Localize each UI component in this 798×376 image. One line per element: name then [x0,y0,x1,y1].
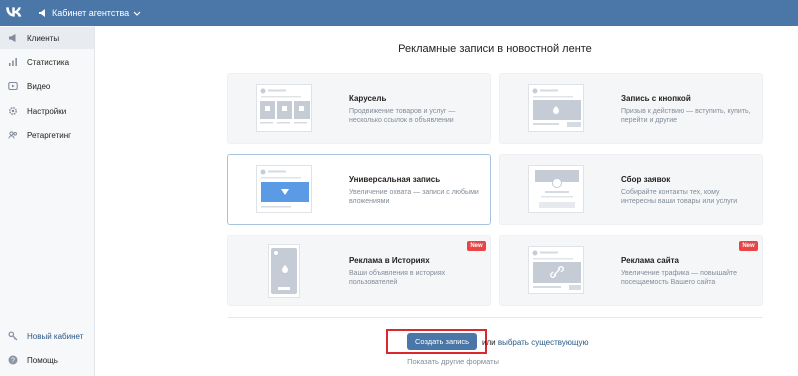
agency-dropdown[interactable]: Кабинет агентства [38,4,141,22]
format-card-lead-form[interactable]: Сбор заявок Собирайте контакты тех, кому… [499,154,763,225]
sidebar-item-label: Видео [27,81,51,91]
sidebar-item-retargeting[interactable]: Ретаргетинг [0,124,94,146]
sidebar-item-help[interactable]: ? Помощь [0,349,94,371]
sidebar-item-label: Ретаргетинг [27,130,72,140]
sidebar-item-video[interactable]: Видео [0,75,94,97]
choose-existing-link[interactable]: выбрать существующую [498,338,589,347]
or-prefix: или [482,338,498,347]
card-description: Собирайте контакты тех, кому интересны в… [621,189,738,205]
format-card-website-ad[interactable]: Реклама сайта Увеличение трафика — повыш… [499,235,763,306]
card-description: Продвижение товаров и услуг — несколько … [349,108,456,124]
card-description: Увеличение охвата — записи с любыми влож… [349,189,479,205]
sidebar-item-new-cabinet[interactable]: Новый кабинет [0,325,94,347]
sidebar-item-label: Помощь [27,355,58,365]
sidebar-item-label: Новый кабинет [27,331,84,341]
card-description: Ваши объявления в историях пользователей [349,270,446,286]
format-card-stories[interactable]: Реклама в Историях Ваши объявления в ист… [227,235,491,306]
svg-text:?: ? [11,358,15,365]
sidebar-item-label: Клиенты [27,33,60,43]
sidebar-item-statistics[interactable]: Статистика [0,51,94,73]
sidebar-item-label: Настройки [27,106,67,116]
new-badge: New [467,241,486,251]
key-icon [8,331,18,341]
card-title: Карусель [349,94,387,103]
card-description: Увеличение трафика — повышайте посещаемо… [621,270,738,286]
card-title: Запись с кнопкой [621,94,691,103]
chevron-down-icon [133,11,141,16]
other-formats-link[interactable]: Показать другие форматы [405,357,501,366]
sidebar-item-settings[interactable]: Настройки [0,100,94,122]
format-card-button-post[interactable]: Запись с кнопкой Призыв к действию — вст… [499,73,763,144]
gear-icon [9,107,17,115]
website-ad-preview-icon [528,246,584,294]
agency-label: Кабинет агентства [52,8,130,18]
megaphone-icon [9,34,16,42]
sidebar: Клиенты Статистика Видео Настройки Ретар… [0,26,95,376]
card-title: Универсальная запись [349,175,441,184]
page-title: Рекламные записи в новостной ленте [398,43,592,55]
video-icon [8,81,18,91]
format-card-carousel[interactable]: Карусель Продвижение товаров и услуг — н… [227,73,491,144]
card-description: Призыв к действию — вступить, купить, пе… [621,108,751,124]
create-post-button[interactable]: Создать запись [407,333,477,350]
bar-chart-icon [9,58,17,66]
format-card-universal-post[interactable]: Универсальная запись Увеличение охвата —… [227,154,491,225]
universal-post-preview-icon [256,165,312,213]
card-title: Сбор заявок [621,175,671,184]
carousel-preview-icon [256,84,312,132]
new-badge: New [739,241,758,251]
choose-existing-text: или выбрать существующую [482,338,589,347]
button-post-preview-icon [528,84,584,132]
sidebar-item-label: Статистика [27,57,70,67]
megaphone-icon [39,9,45,17]
card-title: Реклама в Историях [349,256,430,265]
help-icon: ? [8,355,18,365]
card-title: Реклама сайта [621,256,679,265]
stories-preview-icon [268,244,300,298]
lead-form-preview-icon [528,165,584,213]
vk-logo-icon[interactable] [6,5,22,19]
audience-icon [8,131,17,139]
sidebar-item-clients[interactable]: Клиенты [0,27,94,49]
top-header: Кабинет агентства [0,0,798,26]
divider [228,317,763,318]
